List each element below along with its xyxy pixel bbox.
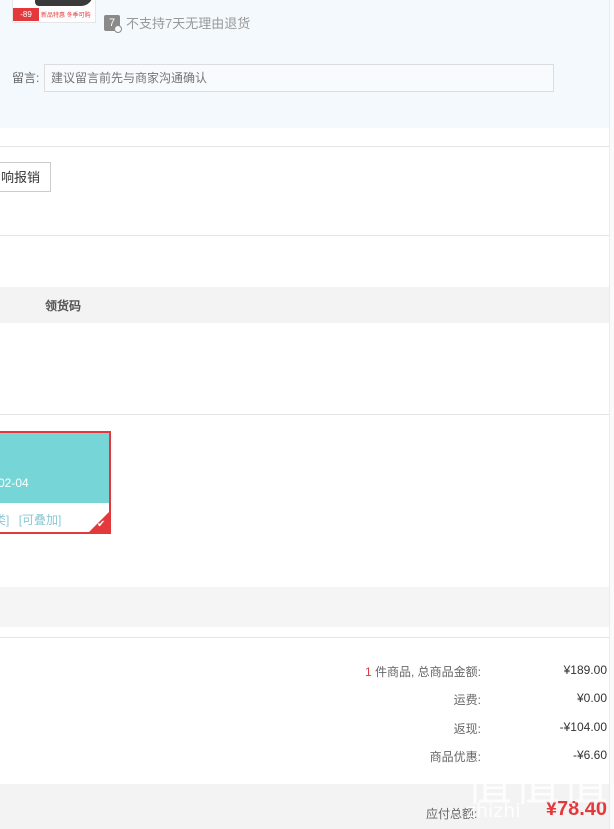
divider bbox=[0, 235, 609, 236]
summary-rebate-row: 返现: -¥104.00 bbox=[0, 720, 609, 738]
divider bbox=[0, 414, 609, 415]
coupon-tag-stackable: [可叠加] bbox=[18, 513, 62, 527]
items-total: ¥189.00 bbox=[563, 663, 607, 677]
summary-items-row: 1 件商品, 总商品金额: ¥189.00 bbox=[0, 663, 609, 681]
rebate-value: -¥104.00 bbox=[559, 720, 607, 734]
summary-shipping-row: 运费: ¥0.00 bbox=[0, 691, 609, 709]
scroll-edge bbox=[609, 0, 614, 829]
checkout-page: -89 新品特惠 冬季可购 7 不支持7天无理由退货 留言: 响报销 领货码 -… bbox=[0, 0, 614, 829]
rebate-label: 返现: bbox=[453, 722, 481, 736]
discount-value: -¥6.60 bbox=[572, 748, 607, 762]
checkmark-icon: ✔ bbox=[97, 519, 106, 530]
items-label-text: 件商品, 总商品金额: bbox=[371, 665, 481, 679]
coupon-card-selected[interactable]: -02-04 类] [可叠加] ✔ bbox=[0, 431, 111, 534]
coupon-expiry-date: -02-04 bbox=[0, 476, 29, 490]
pickup-code-column-label: 领货码 bbox=[45, 299, 82, 313]
return-policy-text: 不支持7天无理由退货 bbox=[126, 16, 251, 31]
message-input[interactable] bbox=[44, 64, 554, 92]
divider bbox=[0, 146, 609, 147]
expense-reimbursement-button[interactable]: 响报销 bbox=[0, 162, 52, 192]
total-bar: 应付总额: ¥78.40 bbox=[0, 784, 609, 829]
coupon-tags: 类] [可叠加] bbox=[0, 511, 67, 528]
items-label: 1 件商品, 总商品金额: bbox=[365, 663, 481, 680]
promo-text: 新品特惠 冬季可购 bbox=[41, 13, 91, 19]
return-policy: 7 不支持7天无理由退货 bbox=[104, 13, 251, 33]
product-message-panel: -89 新品特惠 冬季可购 7 不支持7天无理由退货 留言: bbox=[0, 0, 609, 128]
coupon-tag-category: 类] bbox=[0, 513, 10, 527]
discount-label: 商品优惠: bbox=[429, 750, 481, 764]
divider bbox=[0, 637, 609, 638]
coupon-header bbox=[0, 433, 109, 503]
item-count: 1 bbox=[364, 665, 372, 679]
product-thumbnail[interactable]: -89 新品特惠 冬季可购 bbox=[12, 0, 96, 23]
return-policy-7-icon: 7 bbox=[104, 14, 122, 33]
total-value: ¥78.40 bbox=[545, 798, 607, 820]
total-label: 应付总额: bbox=[426, 807, 478, 821]
promo-price-badge: -89 bbox=[13, 8, 39, 21]
message-label: 留言: bbox=[12, 71, 40, 85]
section-separator bbox=[0, 587, 609, 627]
pickup-code-header: 领货码 bbox=[0, 287, 609, 323]
shipping-label: 运费: bbox=[453, 693, 481, 707]
summary-discount-row: 商品优惠: -¥6.60 bbox=[0, 748, 609, 766]
product-title-cut bbox=[102, 0, 202, 3]
product-image-shoe bbox=[35, 0, 93, 6]
shipping-value: ¥0.00 bbox=[576, 691, 607, 705]
